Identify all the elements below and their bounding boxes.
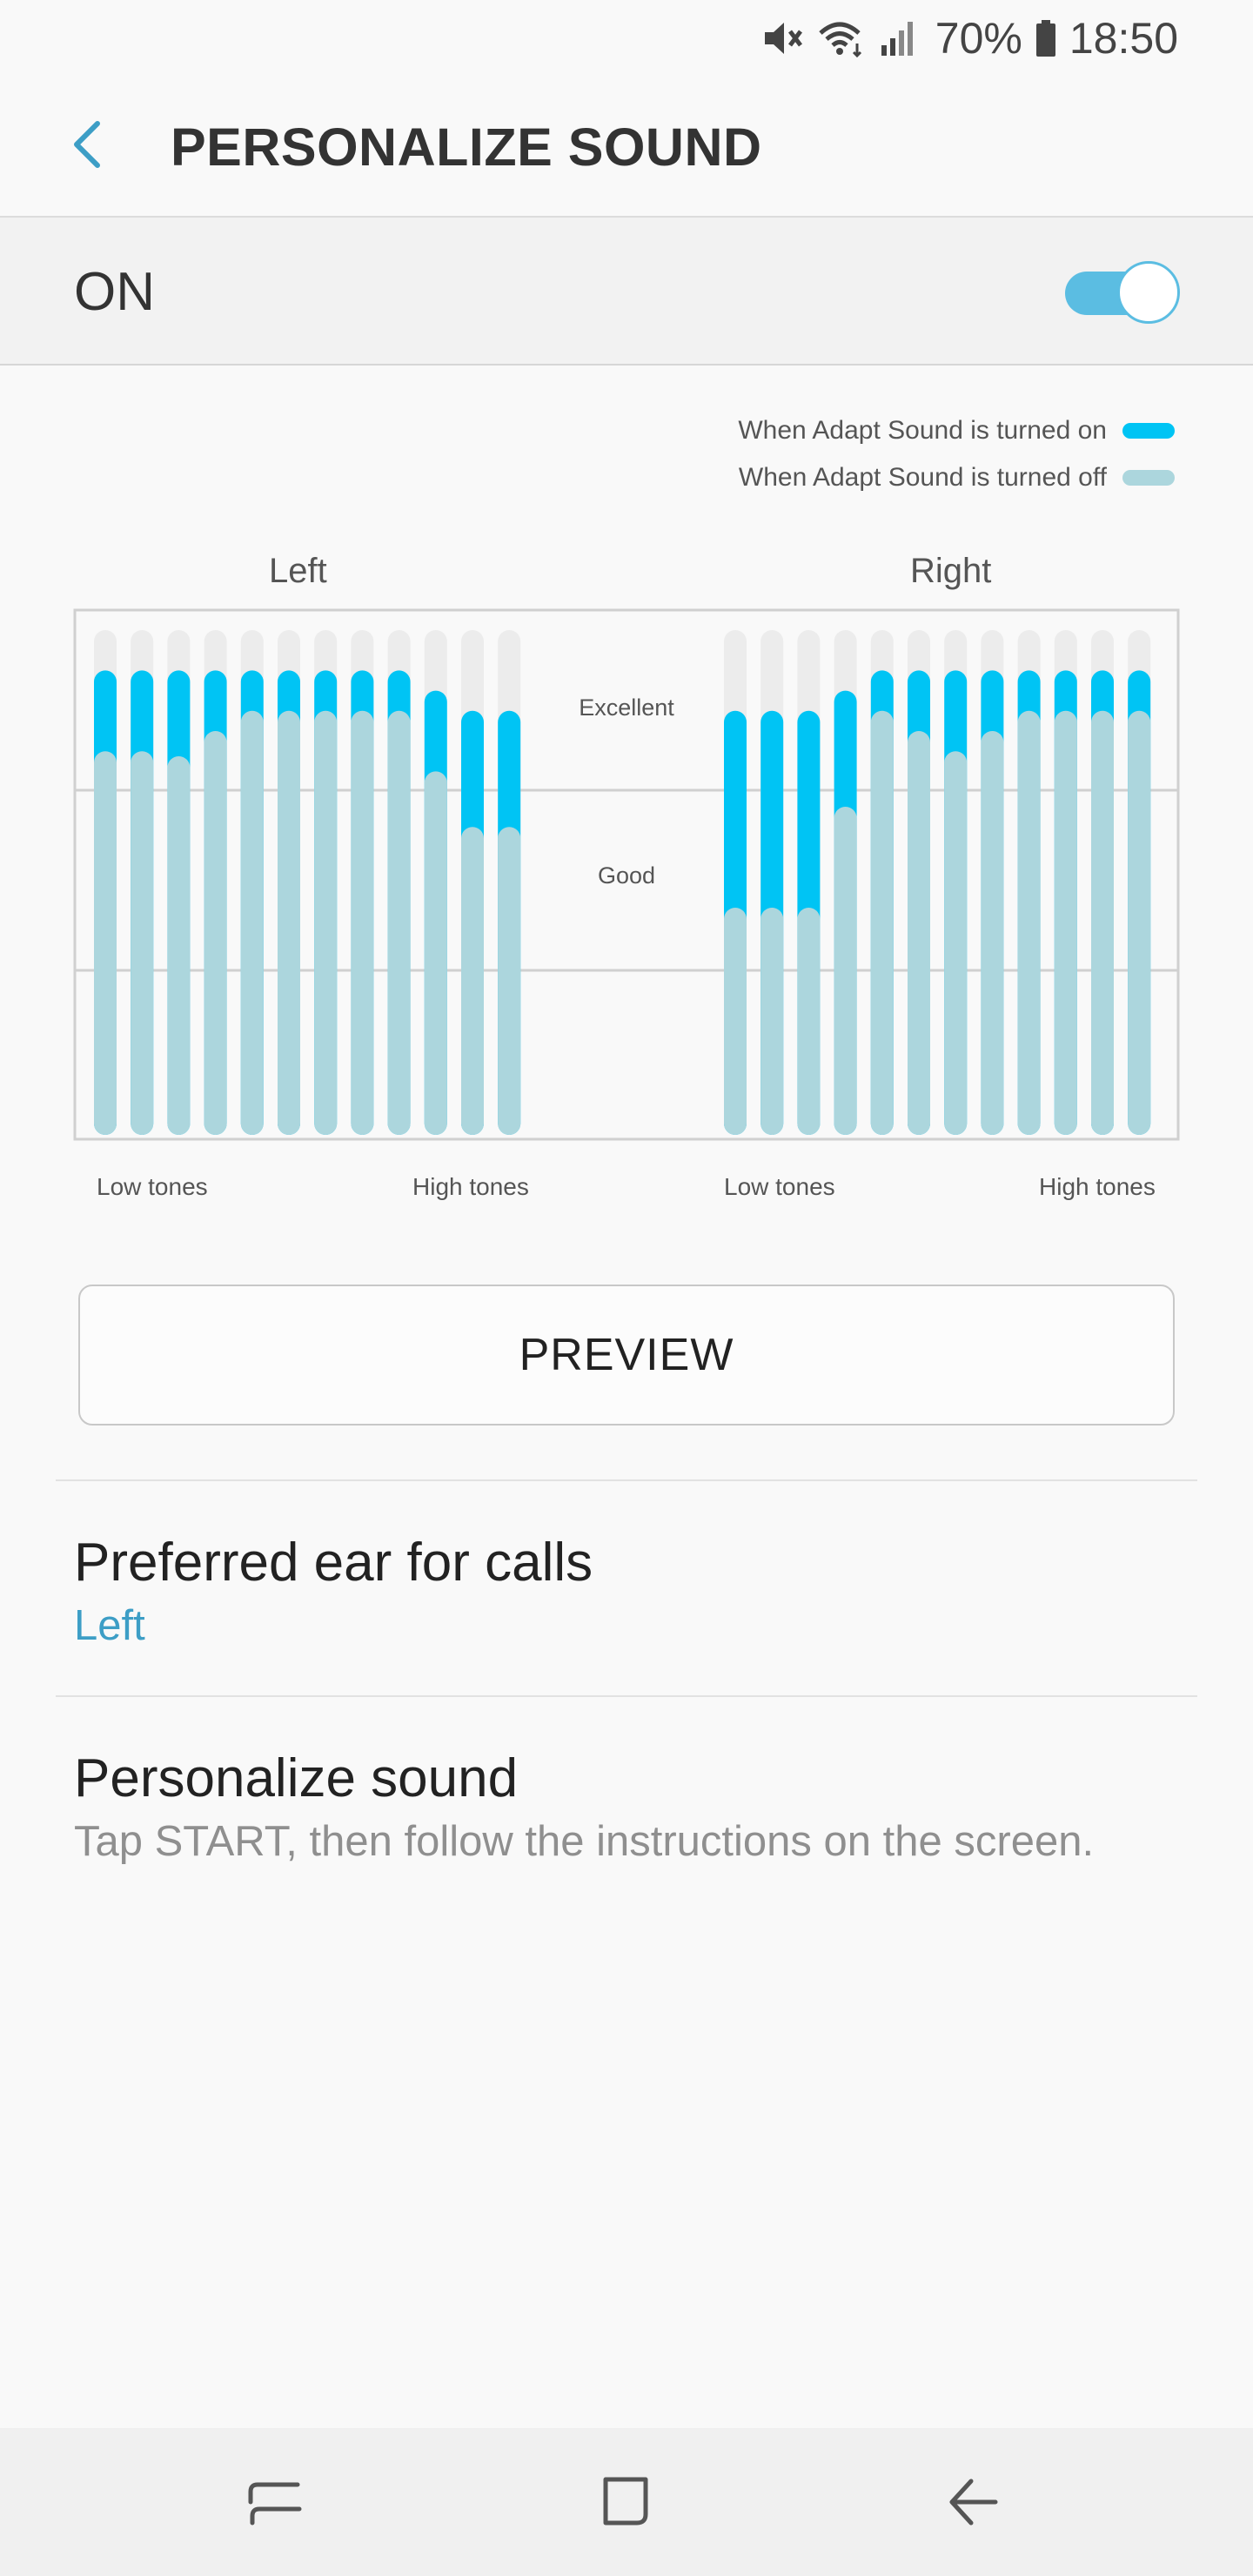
right-band-adapt-off-bar (724, 908, 747, 1135)
left-band-adapt-off-bar (498, 827, 521, 1135)
master-switch-label: ON (74, 262, 155, 322)
app-bar: PERSONALIZE SOUND (0, 77, 1253, 218)
left-band-adapt-off-bar (387, 710, 411, 1135)
wifi-icon (817, 19, 868, 57)
back-icon (940, 2479, 1009, 2540)
battery-percentage: 70% (935, 14, 1022, 63)
signal-icon (880, 19, 918, 57)
right-band-adapt-off-bar (1128, 710, 1151, 1135)
recents-icon (240, 2482, 310, 2540)
chevron-left-icon (70, 118, 104, 175)
left-band-adapt-off-bar (314, 710, 338, 1135)
left-low-tones-label: Low tones (97, 1173, 208, 1200)
preferred-ear-value: Left (74, 1602, 145, 1649)
personalize-sound-description: Tap START, then follow the instructions … (74, 1818, 1095, 1865)
nav-back-button[interactable] (940, 2467, 1009, 2537)
right-band-adapt-off-bar (908, 731, 930, 1135)
status-bar: 70% 18:50 (0, 0, 1253, 77)
home-icon (592, 2477, 661, 2540)
right-band-adapt-off-bar (1017, 710, 1041, 1135)
left-band-adapt-off-bar (131, 751, 154, 1135)
home-button[interactable] (592, 2467, 661, 2537)
left-band-adapt-off-bar (351, 710, 374, 1135)
chart-title-right: Right (910, 552, 992, 590)
legend-label-off: When Adapt Sound is turned off (738, 463, 1107, 492)
page-title: PERSONALIZE SOUND (171, 117, 762, 177)
legend-item-on: When Adapt Sound is turned on (738, 416, 1175, 446)
left-high-tones-label: High tones (412, 1173, 529, 1200)
mute-icon (761, 19, 805, 57)
master-switch-toggle[interactable] (1063, 261, 1180, 324)
right-band-adapt-off-bar (981, 731, 1004, 1135)
preview-button[interactable]: PREVIEW (78, 1285, 1175, 1426)
chart-title-left: Left (269, 552, 327, 590)
personalize-sound-title: Personalize sound (74, 1748, 519, 1808)
status-time: 18:50 (1069, 14, 1178, 63)
recents-button[interactable] (240, 2467, 310, 2537)
left-band-adapt-off-bar (424, 771, 447, 1135)
level-label-good: Good (598, 862, 655, 889)
legend-item-off: When Adapt Sound is turned off (739, 463, 1175, 493)
legend-label-on: When Adapt Sound is turned on (738, 416, 1107, 445)
personalize-sound-setting[interactable]: Personalize sound Tap START, then follow… (0, 1697, 1253, 1888)
left-band-adapt-off-bar (94, 751, 117, 1135)
preferred-ear-setting[interactable]: Preferred ear for calls Left (0, 1481, 1253, 1694)
right-band-adapt-off-bar (944, 751, 968, 1135)
legend-swatch-off (1122, 470, 1175, 486)
left-band-adapt-off-bar (278, 710, 300, 1135)
battery-icon (1035, 19, 1057, 57)
level-label-excellent: Excellent (579, 694, 674, 721)
left-band-adapt-off-bar (461, 827, 484, 1135)
hearing-chart: Excellent Good (73, 608, 1180, 1141)
toggle-thumb (1117, 261, 1180, 324)
right-band-adapt-off-bar (870, 710, 894, 1135)
left-band-adapt-off-bar (167, 756, 191, 1135)
right-band-adapt-off-bar (761, 908, 784, 1135)
right-band-adapt-off-bar (1091, 710, 1114, 1135)
left-band-adapt-off-bar (240, 710, 264, 1135)
preferred-ear-title: Preferred ear for calls (74, 1533, 593, 1593)
master-switch-row[interactable]: ON (0, 218, 1253, 366)
right-low-tones-label: Low tones (724, 1173, 835, 1200)
navigation-bar (0, 2428, 1253, 2576)
right-band-adapt-off-bar (1054, 710, 1077, 1135)
legend-swatch-on (1122, 423, 1175, 439)
right-band-adapt-off-bar (834, 807, 857, 1135)
left-band-adapt-off-bar (204, 731, 227, 1135)
right-band-adapt-off-bar (797, 908, 821, 1135)
back-button[interactable] (52, 111, 122, 181)
right-high-tones-label: High tones (1039, 1173, 1156, 1200)
